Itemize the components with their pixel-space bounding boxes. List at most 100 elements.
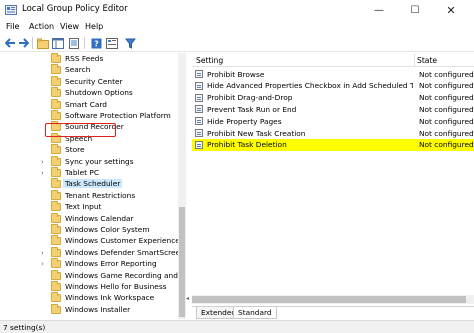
- tree-item-label: Windows Hello for Business: [65, 282, 167, 291]
- tree-item[interactable]: Windows Hello for Business: [0, 281, 180, 292]
- folder-icon: [51, 269, 61, 280]
- view-tabs: Extended Standard: [192, 306, 474, 319]
- list-horizontal-scrollbar[interactable]: [192, 295, 474, 304]
- title-bar: Local Group Policy Editor — ☐ ✕: [0, 0, 474, 20]
- up-folder-icon[interactable]: [37, 37, 49, 49]
- tree-item-label: Windows Game Recording and Bro: [65, 270, 186, 280]
- help-icon[interactable]: ?: [90, 37, 102, 49]
- tree-item[interactable]: Shutdown Options: [0, 87, 180, 98]
- tree-item[interactable]: Windows Game Recording and Bro: [0, 269, 185, 281]
- folder-icon: [51, 98, 61, 109]
- expand-chevron-icon[interactable]: ›: [41, 169, 44, 177]
- setting-row[interactable]: Prohibit New Task Creation Not configured: [192, 127, 474, 139]
- setting-state: Not configured: [419, 93, 474, 103]
- tree-scrollbar-thumb[interactable]: [179, 207, 185, 317]
- back-arrow-icon[interactable]: [4, 37, 16, 49]
- menu-action[interactable]: Action: [29, 22, 54, 31]
- tree-item[interactable]: RSS Feeds: [0, 53, 180, 64]
- expand-chevron-icon[interactable]: ›: [41, 158, 44, 166]
- tree-item[interactable]: Windows Color System: [0, 224, 180, 235]
- setting-name: Prohibit Task Deletion: [207, 140, 287, 150]
- folder-icon: [51, 258, 61, 269]
- folder-icon: [51, 189, 61, 200]
- tree-item-label: Tenant Restrictions: [65, 190, 136, 200]
- folder-icon: [51, 110, 61, 120]
- folder-icon: [51, 144, 61, 155]
- export-list-icon[interactable]: [68, 37, 80, 49]
- folder-icon: [51, 75, 61, 86]
- setting-row[interactable]: Prohibit Drag-and-Drop Not configured: [192, 92, 474, 104]
- list-header: Setting State: [192, 53, 474, 67]
- tree-item[interactable]: Software Protection Platform: [0, 110, 180, 121]
- forward-arrow-icon[interactable]: [17, 37, 29, 49]
- folder-icon: [51, 167, 61, 177]
- tree-item[interactable]: Windows Installer: [0, 303, 180, 315]
- window-title: Local Group Policy Editor: [22, 4, 128, 14]
- close-button[interactable]: ✕: [436, 0, 466, 20]
- tree-item-label: Software Protection Platform: [65, 111, 171, 120]
- tree-item[interactable]: Task Scheduler: [0, 178, 180, 189]
- maximize-button[interactable]: ☐: [400, 0, 430, 20]
- menu-file[interactable]: File: [6, 22, 19, 31]
- folder-icon: [51, 212, 61, 223]
- tree-item-label: Windows Error Reporting: [65, 259, 157, 269]
- tree-item[interactable]: Smart Card: [0, 98, 180, 110]
- tree-item[interactable]: Windows Calendar: [0, 212, 180, 224]
- setting-state: Not configured: [419, 69, 474, 79]
- tree-item[interactable]: Tenant Restrictions: [0, 189, 180, 201]
- tree-item[interactable]: Windows Customer Experience Imp: [0, 235, 185, 246]
- folder-icon: [51, 235, 61, 246]
- settings-list: Setting State Prohibit Browse Not configu…: [192, 53, 474, 305]
- policy-setting-icon: [195, 105, 203, 114]
- tree-item[interactable]: Windows Ink Workspace: [0, 292, 180, 303]
- column-header-setting[interactable]: Setting: [196, 56, 223, 65]
- tree-item[interactable]: › Windows Error Reporting: [0, 258, 180, 269]
- list-scrollbar-thumb[interactable]: [192, 296, 466, 303]
- tree-item-label: Windows Color System: [65, 225, 150, 234]
- tree-item[interactable]: Search: [0, 64, 180, 75]
- column-divider[interactable]: [414, 54, 415, 66]
- filter-icon[interactable]: [124, 37, 136, 49]
- show-hide-tree-icon[interactable]: [52, 37, 64, 49]
- folder-icon: [51, 281, 61, 291]
- tree-item-label: Windows Customer Experience Imp: [65, 236, 186, 246]
- setting-row[interactable]: Hide Advanced Properties Checkbox in Add…: [192, 80, 474, 92]
- tree-item[interactable]: › Windows Defender SmartScreen: [0, 246, 185, 258]
- menu-help[interactable]: Help: [85, 22, 103, 31]
- tab-standard[interactable]: Standard: [233, 307, 277, 319]
- folder-icon: [51, 87, 61, 98]
- setting-row[interactable]: Prevent Task Run or End Not configured: [192, 103, 474, 115]
- folder-icon: [51, 246, 61, 257]
- tree-item-label: RSS Feeds: [65, 54, 104, 63]
- tree-item[interactable]: › Sync your settings: [0, 155, 180, 167]
- policy-setting-icon: [195, 70, 203, 78]
- toolbar-separator: [32, 37, 33, 49]
- tree-item[interactable]: Security Center: [0, 75, 180, 87]
- column-header-state[interactable]: State: [417, 56, 437, 65]
- menu-view[interactable]: View: [60, 22, 79, 31]
- tree-item[interactable]: › Tablet PC: [0, 167, 180, 178]
- tree-item-label: Security Center: [65, 76, 123, 86]
- setting-name: Hide Property Pages: [207, 116, 282, 126]
- tree-item-label: Windows Defender SmartScreen: [65, 247, 185, 257]
- tree-item[interactable]: Store: [0, 144, 180, 155]
- tree-item-label: Smart Card: [65, 99, 107, 109]
- tree-item[interactable]: Text Input: [0, 201, 180, 212]
- tree-item-label: Windows Installer: [65, 304, 131, 314]
- policy-setting-icon: [195, 117, 203, 126]
- setting-row[interactable]: Prohibit Browse Not configured: [192, 68, 474, 80]
- properties-icon[interactable]: [106, 37, 118, 49]
- folder-icon: [51, 224, 61, 234]
- setting-name: Prevent Task Run or End: [207, 104, 297, 114]
- status-bar: 7 setting(s): [0, 320, 474, 333]
- setting-row[interactable]: Prohibit Task Deletion Not configured: [192, 138, 474, 151]
- toolbar: ?: [0, 34, 474, 52]
- minimize-button[interactable]: —: [364, 0, 394, 20]
- policy-setting-icon: [195, 140, 203, 149]
- expand-chevron-icon[interactable]: ›: [41, 249, 44, 257]
- expand-chevron-icon[interactable]: ›: [41, 260, 44, 268]
- setting-row[interactable]: Hide Property Pages Not configured: [192, 115, 474, 127]
- folder-icon: [51, 64, 61, 75]
- folder-icon: [51, 303, 61, 314]
- policy-setting-icon: [195, 129, 203, 137]
